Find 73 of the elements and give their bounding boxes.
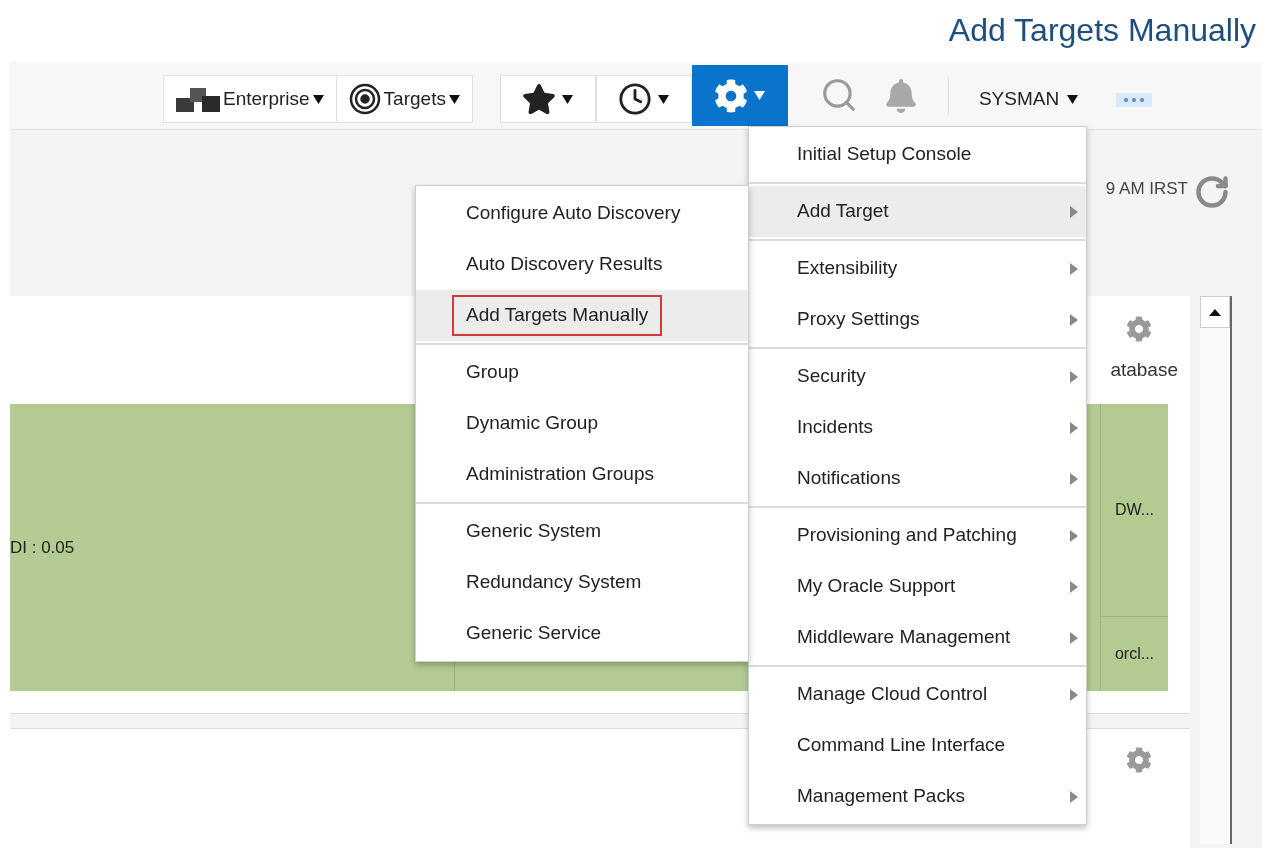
menu-item[interactable]: Auto Discovery Results [416,239,748,290]
settings-icon[interactable] [1126,316,1152,342]
treemap-cell: DW... [1101,404,1168,617]
star-icon [522,82,557,116]
menu-item[interactable]: Middleware Management [749,612,1086,663]
menu-item[interactable]: Add Target [749,186,1086,237]
treemap-cell-text: orcl... [1113,644,1156,664]
menu-item-label: Manage Cloud Control [797,682,988,707]
caret-icon [448,94,460,104]
menu-item[interactable]: Generic System [416,506,748,557]
settings-icon[interactable] [1126,747,1152,773]
menu-item-label: Security [797,364,866,389]
menu-item-label: Incidents [797,415,874,440]
refresh-time: 9 AM IRST [1105,178,1188,200]
more-icon[interactable] [1116,93,1153,107]
toolbar-button[interactable] [595,75,692,123]
stacked-squares-icon [176,86,220,112]
caret-icon [658,94,670,104]
menu-item[interactable]: Add Targets Manually [416,290,748,341]
menu-item[interactable]: Proxy Settings [749,294,1086,345]
column-label: atabase [1110,358,1178,382]
menu-item[interactable]: Incidents [749,402,1086,453]
menu-item-label: Redundancy System [465,570,643,595]
menu-item-label: Add Target [797,199,889,224]
menu-item[interactable]: Initial Setup Console [749,129,1086,180]
settings-icon [714,78,749,113]
menu-item[interactable]: Dynamic Group [416,398,748,449]
page-heading: Add Targets Manually [948,11,1256,50]
scroll-up-icon[interactable] [1209,308,1221,316]
caret-icon [1067,94,1079,104]
user-menu-button[interactable]: SYSMAN [978,75,1079,123]
menu-item-label: Generic Service [465,621,603,646]
menu-item-label: Proxy Settings [797,307,920,332]
menu-item-label: Generic System [465,519,603,544]
menu-item-label: Configure Auto Discovery [465,201,682,226]
menu-item[interactable]: Configure Auto Discovery [416,188,748,239]
menu-item[interactable]: My Oracle Support [749,561,1086,612]
menu-button[interactable]: Enterprise [164,76,336,122]
menu-item-label: Dynamic Group [465,411,599,436]
menu-item[interactable]: Provisioning and Patching [749,510,1086,561]
menu-item[interactable]: Security [749,351,1086,402]
menu-item-label: Initial Setup Console [797,142,972,167]
clock-icon [618,82,653,116]
menu-button[interactable]: Targets [335,76,472,122]
menu-item-label: Auto Discovery Results [465,252,664,277]
menu-item-label: Administration Groups [465,462,655,487]
menu-item[interactable]: Redundancy System [416,557,748,608]
menu-item-label: Extensibility [797,256,898,281]
menu-item[interactable]: Notifications [749,453,1086,504]
menu-item[interactable]: Administration Groups [416,449,748,500]
menu-item-label: Middleware Management [797,625,1011,650]
treemap-label: DI : 0.05 [10,536,75,559]
caret-icon [562,94,574,104]
menu-item[interactable]: Manage Cloud Control [749,669,1086,720]
toolbar-button[interactable] [499,75,596,123]
menu-item[interactable]: Extensibility [749,243,1086,294]
refresh-icon[interactable] [1194,174,1230,210]
menu-item[interactable]: Group [416,347,748,398]
menu-item-label: Add Targets Manually [452,295,663,336]
menu-item[interactable]: Generic Service [416,608,748,659]
menu-item-label: Provisioning and Patching [797,523,1017,548]
target-icon [348,83,381,115]
caret-icon [754,91,766,100]
menu-item-label: Notifications [797,466,901,491]
scrollbar[interactable] [1200,296,1232,844]
caret-icon [312,94,324,104]
menu-item-label: My Oracle Support [797,574,956,599]
menu-item-label: Command Line Interface [797,733,1006,758]
menu-item-label: Group [465,360,520,385]
menu-item[interactable]: Management Packs [749,771,1086,822]
menu-item-label: Management Packs [797,784,965,809]
notifications-icon[interactable] [883,79,918,113]
menu-item[interactable]: Command Line Interface [749,720,1086,771]
